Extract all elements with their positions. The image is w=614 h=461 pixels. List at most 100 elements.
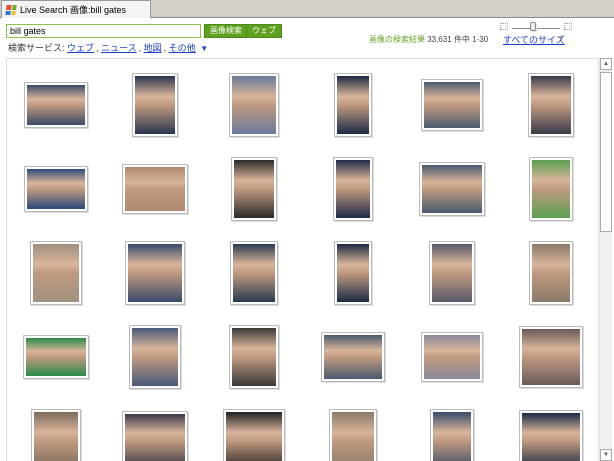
image-thumbnail[interactable] xyxy=(223,409,285,461)
photo xyxy=(337,244,369,302)
image-result[interactable] xyxy=(304,315,402,399)
large-grid-icon[interactable] xyxy=(564,23,572,30)
image-result[interactable] xyxy=(7,231,105,315)
image-result[interactable] xyxy=(106,63,204,147)
image-thumbnail[interactable] xyxy=(129,325,181,389)
search-services: 検索サービス: ウェブ, ニュース, 地図, その他 ▼ xyxy=(8,43,209,53)
photo xyxy=(337,76,369,134)
image-thumbnail[interactable] xyxy=(421,79,483,131)
image-result[interactable] xyxy=(205,147,303,231)
image-result[interactable] xyxy=(7,147,105,231)
image-result[interactable] xyxy=(205,231,303,315)
service-link-more[interactable]: その他 xyxy=(169,43,196,53)
image-thumbnail[interactable] xyxy=(419,162,485,216)
image-thumbnail[interactable] xyxy=(24,82,88,128)
image-result[interactable] xyxy=(502,315,598,399)
image-result[interactable] xyxy=(106,399,204,461)
image-thumbnail[interactable] xyxy=(321,332,385,382)
photo xyxy=(125,167,185,211)
service-link-news[interactable]: ニュース xyxy=(101,43,137,53)
image-result[interactable] xyxy=(7,63,105,147)
image-result[interactable] xyxy=(304,399,402,461)
web-search-button[interactable]: ウェブ xyxy=(246,24,282,38)
image-result[interactable] xyxy=(304,147,402,231)
results-count: 画像の検索結果 33,631 件中 1-30 xyxy=(369,34,488,45)
photo xyxy=(232,76,276,134)
image-result[interactable] xyxy=(502,63,598,147)
image-result[interactable] xyxy=(205,63,303,147)
scroll-down-icon[interactable]: ▼ xyxy=(600,449,612,461)
image-result[interactable] xyxy=(403,63,501,147)
image-result[interactable] xyxy=(304,63,402,147)
size-filter-link[interactable]: すべてのサイズ xyxy=(503,33,565,46)
image-result[interactable] xyxy=(403,399,501,461)
image-thumbnail[interactable] xyxy=(229,325,279,389)
image-thumbnail[interactable] xyxy=(519,326,583,388)
photo xyxy=(232,328,276,386)
search-input[interactable] xyxy=(6,24,201,38)
photo xyxy=(432,244,472,302)
slider-handle[interactable] xyxy=(530,22,536,31)
image-result[interactable] xyxy=(304,231,402,315)
image-thumbnail[interactable] xyxy=(529,157,573,221)
image-thumbnail[interactable] xyxy=(24,166,88,212)
image-thumbnail[interactable] xyxy=(519,410,583,461)
image-thumbnail[interactable] xyxy=(122,411,188,461)
photo xyxy=(433,412,471,461)
scroll-up-icon[interactable]: ▲ xyxy=(600,58,612,70)
image-result[interactable] xyxy=(403,231,501,315)
image-result[interactable] xyxy=(502,231,598,315)
photo xyxy=(532,160,570,218)
vertical-scrollbar[interactable]: ▲ ▼ xyxy=(598,58,612,461)
image-result[interactable] xyxy=(205,315,303,399)
image-thumbnail[interactable] xyxy=(30,241,82,305)
scrollbar-thumb[interactable] xyxy=(600,72,612,232)
image-result[interactable] xyxy=(7,315,105,399)
image-result[interactable] xyxy=(502,399,598,461)
image-thumbnail[interactable] xyxy=(23,335,89,379)
image-search-button[interactable]: 画像検索 xyxy=(204,24,248,38)
image-thumbnail[interactable] xyxy=(31,409,81,461)
image-thumbnail[interactable] xyxy=(421,332,483,382)
image-thumbnail[interactable] xyxy=(229,73,279,137)
photo xyxy=(34,412,78,461)
photo xyxy=(424,335,480,379)
slider-track xyxy=(512,28,560,29)
image-result[interactable] xyxy=(502,147,598,231)
image-thumbnail[interactable] xyxy=(334,241,372,305)
image-thumbnail[interactable] xyxy=(528,73,574,137)
image-thumbnail[interactable] xyxy=(231,157,277,221)
photo xyxy=(27,85,85,125)
image-thumbnail[interactable] xyxy=(430,409,474,461)
more-dropdown-icon[interactable]: ▼ xyxy=(200,44,208,53)
service-link-web[interactable]: ウェブ xyxy=(67,43,94,53)
image-result[interactable] xyxy=(403,315,501,399)
size-dropdown-icon[interactable]: ▼ xyxy=(557,35,564,42)
windows-logo-icon xyxy=(5,4,17,15)
image-thumbnail[interactable] xyxy=(122,164,188,214)
image-result[interactable] xyxy=(106,315,204,399)
photo xyxy=(424,82,480,128)
thumbnail-size-slider[interactable] xyxy=(500,22,572,32)
image-thumbnail[interactable] xyxy=(429,241,475,305)
image-thumbnail[interactable] xyxy=(329,409,377,461)
small-grid-icon[interactable] xyxy=(500,23,508,30)
image-thumbnail[interactable] xyxy=(529,241,573,305)
image-result[interactable] xyxy=(205,399,303,461)
image-result[interactable] xyxy=(106,231,204,315)
image-result[interactable] xyxy=(106,147,204,231)
photo xyxy=(132,328,178,386)
photo xyxy=(135,76,175,134)
image-result[interactable] xyxy=(7,399,105,461)
image-thumbnail[interactable] xyxy=(333,157,373,221)
image-thumbnail[interactable] xyxy=(132,73,178,137)
image-thumbnail[interactable] xyxy=(230,241,278,305)
image-result[interactable] xyxy=(403,147,501,231)
photo xyxy=(233,244,275,302)
photo xyxy=(27,169,85,209)
image-thumbnail[interactable] xyxy=(125,241,185,305)
tab-bar: Live Search 画像:bill gates xyxy=(0,0,614,18)
service-link-maps[interactable]: 地図 xyxy=(144,43,162,53)
image-thumbnail[interactable] xyxy=(334,73,372,137)
browser-tab[interactable]: Live Search 画像:bill gates xyxy=(1,0,151,18)
